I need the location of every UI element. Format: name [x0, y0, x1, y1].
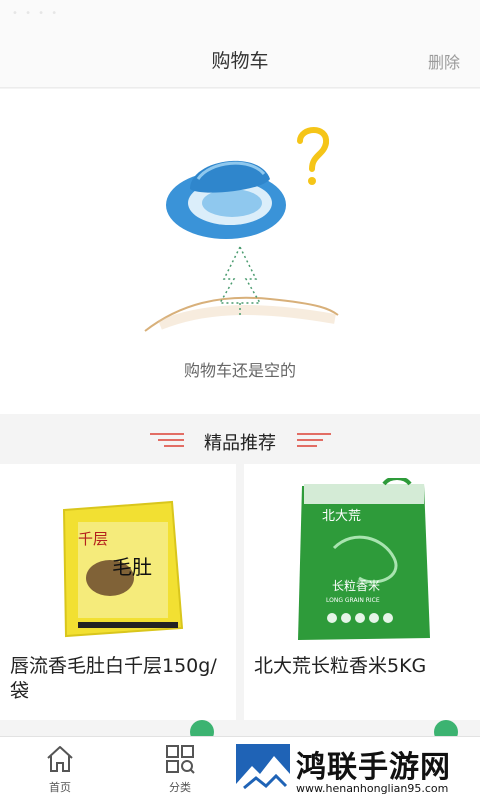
tab-home[interactable]: 首页 — [20, 743, 100, 799]
recommend-title: 精品推荐 — [204, 433, 276, 454]
top-nav-bar: 购物车 删除 — [0, 28, 480, 88]
svg-text:LONG GRAIN RICE: LONG GRAIN RICE — [326, 597, 380, 604]
title-decoration-right-icon — [297, 433, 331, 447]
empty-cart-section: 购物车还是空的 — [0, 89, 480, 414]
tab-home-label: 首页 — [49, 781, 71, 794]
tab-category[interactable]: 分类 — [140, 743, 220, 799]
product-image-tripe[interactable]: 千层 毛肚 — [20, 478, 216, 648]
status-bar: • • • • — [0, 0, 480, 28]
home-icon — [47, 746, 73, 772]
site-watermark: 鸿联手游网 www.henanhonglian95.com — [234, 742, 480, 800]
product-card[interactable]: 北大荒 长粒香米 LONG GRAIN RICE 北大荒长粒香米5KG — [244, 464, 480, 720]
category-icon — [166, 745, 195, 774]
tab-category-label: 分类 — [169, 781, 191, 794]
empty-cart-illustration — [144, 127, 339, 332]
recommend-product-list: 千层 毛肚 唇流香毛肚白千层150g/袋 北大荒 长粒香米 LONG GRAIN… — [0, 464, 480, 720]
product-name[interactable]: 唇流香毛肚白千层150g/袋 — [10, 654, 232, 704]
product-name[interactable]: 北大荒长粒香米5KG — [254, 654, 476, 679]
delete-button[interactable]: 删除 — [428, 49, 460, 73]
page-title: 购物车 — [211, 50, 269, 72]
svg-text:千层: 千层 — [78, 530, 108, 548]
svg-text:毛肚: 毛肚 — [112, 555, 152, 579]
empty-cart-message: 购物车还是空的 — [183, 361, 296, 380]
svg-text:北大荒: 北大荒 — [322, 509, 361, 524]
product-image-rice[interactable]: 北大荒 长粒香米 LONG GRAIN RICE — [264, 478, 460, 648]
recommend-header: 精品推荐 — [0, 414, 480, 464]
svg-text:长粒香米: 长粒香米 — [332, 578, 380, 593]
next-row-preview — [0, 720, 480, 744]
watermark-url: www.henanhonglian95.com — [296, 782, 449, 795]
watermark-logo-icon — [236, 744, 290, 796]
watermark-title: 鸿联手游网 — [296, 750, 451, 785]
status-indicators: • • • • — [12, 8, 60, 19]
product-card[interactable]: 千层 毛肚 唇流香毛肚白千层150g/袋 — [0, 464, 236, 720]
